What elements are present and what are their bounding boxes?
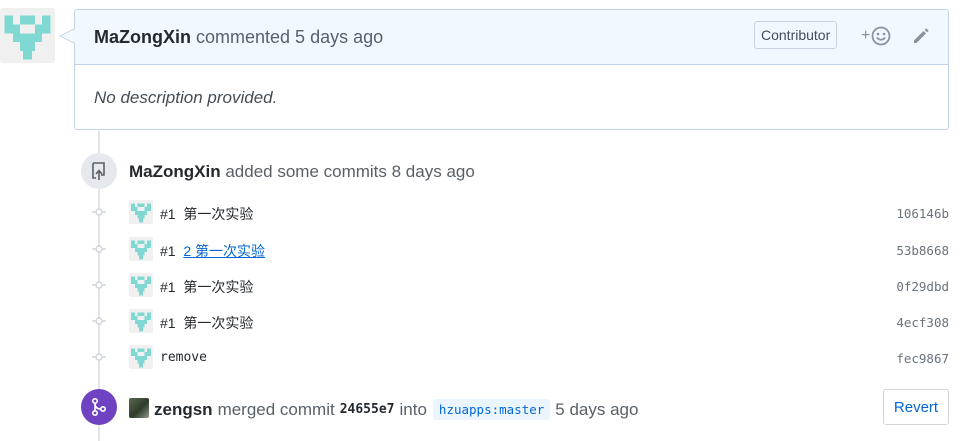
- commit-message[interactable]: #1 第一次实验: [160, 277, 253, 297]
- merge-event-text: zengsn merged commit 24655e7 into hzuapp…: [154, 399, 638, 420]
- commit-row: #1 第一次实验 106146b: [0, 197, 963, 227]
- commit-author-avatar[interactable]: [129, 237, 153, 261]
- smiley-icon: [871, 26, 891, 46]
- commit-sha-link[interactable]: fec9867: [896, 351, 949, 366]
- commit-author-avatar[interactable]: [129, 309, 153, 333]
- commenter-avatar[interactable]: [0, 8, 55, 63]
- commit-sha-link[interactable]: 0f29dbd: [896, 279, 949, 294]
- plus-label: +: [861, 27, 871, 44]
- repo-push-icon: [92, 162, 105, 180]
- commit-message[interactable]: #1 第一次实验: [160, 204, 253, 224]
- target-branch-label[interactable]: hzuapps:master: [432, 399, 551, 420]
- merge-into-text: into: [399, 399, 427, 419]
- commit-dot-icon: [92, 208, 106, 216]
- commit-sha-link[interactable]: 106146b: [896, 206, 949, 221]
- git-merge-icon: [91, 397, 107, 417]
- commit-dot-icon: [92, 245, 106, 253]
- commit-row: #1 第一次实验 0f29dbd: [0, 270, 963, 300]
- contributor-badge: Contributor: [754, 21, 838, 49]
- commit-sha-link[interactable]: 4ecf308: [896, 315, 949, 330]
- merge-event-badge: [81, 389, 117, 425]
- merger-avatar[interactable]: [129, 398, 149, 418]
- commit-message[interactable]: #1 第一次实验: [160, 313, 253, 333]
- comment-header: MaZongXin commented 5 days ago Contribut…: [59, 10, 948, 65]
- merge-action-text: merged commit: [217, 399, 335, 419]
- comment-box: MaZongXin commented 5 days ago Contribut…: [59, 9, 949, 130]
- revert-button[interactable]: Revert: [883, 389, 949, 425]
- merge-author-link[interactable]: zengsn: [154, 400, 213, 420]
- commit-dot-icon: [92, 317, 106, 325]
- add-reaction-button[interactable]: +: [861, 24, 891, 48]
- commit-row: remove fec9867: [0, 342, 963, 372]
- commit-author-avatar[interactable]: [129, 273, 153, 297]
- commit-row: #1 2 第一次实验 53b8668: [0, 234, 963, 264]
- commit-sha-link[interactable]: 53b8668: [896, 243, 949, 258]
- pencil-icon: [914, 28, 929, 43]
- comment-timestamp[interactable]: commented 5 days ago: [196, 27, 383, 47]
- commit-row: #1 第一次实验 4ecf308: [0, 306, 963, 336]
- commit-message[interactable]: #1 2 第一次实验: [160, 241, 265, 261]
- commit-dot-icon: [92, 281, 106, 289]
- comment-author-link[interactable]: MaZongXin: [94, 27, 191, 47]
- merge-commit-sha-link[interactable]: 24655e7: [340, 402, 395, 417]
- commits-event-action[interactable]: added some commits 8 days ago: [225, 162, 474, 181]
- commit-message-link[interactable]: 2 第一次实验: [183, 243, 265, 259]
- commit-author-avatar[interactable]: [129, 200, 153, 224]
- edit-comment-button[interactable]: [911, 26, 931, 51]
- commit-author-avatar[interactable]: [129, 345, 153, 369]
- commit-message[interactable]: remove: [160, 350, 207, 365]
- merge-timestamp[interactable]: 5 days ago: [555, 400, 638, 420]
- commits-event-badge: [81, 153, 117, 189]
- commits-event-text: MaZongXin added some commits 8 days ago: [129, 162, 475, 182]
- commits-author-link[interactable]: MaZongXin: [129, 162, 221, 181]
- comment-header-text: MaZongXin commented 5 days ago: [94, 27, 383, 48]
- commit-dot-icon: [92, 353, 106, 361]
- comment-body: No description provided.: [94, 88, 278, 107]
